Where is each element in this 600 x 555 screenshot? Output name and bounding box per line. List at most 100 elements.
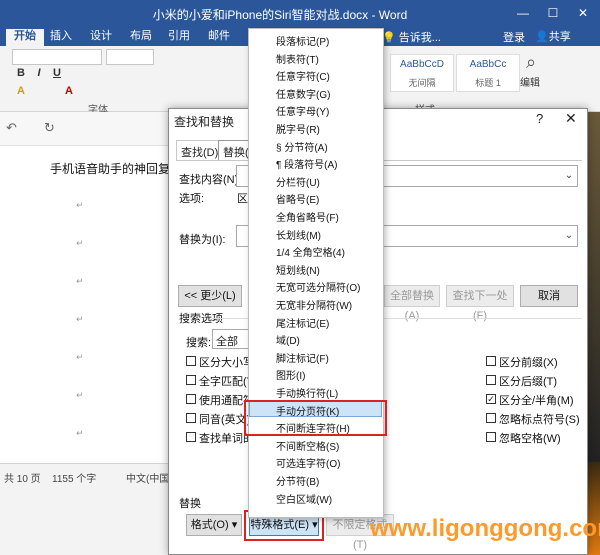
format-button[interactable]: 格式(O) ▾	[186, 514, 242, 536]
tell-me-label: 告诉我...	[398, 32, 441, 44]
search-label: 搜索:	[186, 337, 212, 349]
paragraph-mark: ↵	[76, 428, 84, 438]
match-width-checkbox[interactable]: ✓	[486, 394, 496, 404]
close-window-button[interactable]: ✕	[572, 3, 594, 23]
menu-item[interactable]: 分栏符(U)	[276, 174, 320, 189]
tab-insert[interactable]: 插入	[42, 29, 80, 46]
less-button[interactable]: << 更少(L)	[178, 285, 242, 307]
menu-item[interactable]: 段落标记(P)	[276, 33, 329, 48]
tell-me-box[interactable]: 💡 告诉我...	[382, 29, 441, 45]
ignore-punct-checkbox[interactable]	[486, 413, 496, 423]
checkbox-label: 忽略空格(W)	[499, 433, 561, 445]
style-preview: AaBbCc	[469, 59, 507, 70]
style-name: 标题 1	[475, 78, 501, 88]
menu-item[interactable]: 脱字号(R)	[276, 121, 320, 136]
menu-item[interactable]: 空白区域(W)	[276, 491, 332, 506]
menu-item[interactable]: 任意字符(C)	[276, 68, 330, 83]
menu-item[interactable]: 短划线(N)	[276, 262, 320, 277]
minimize-button[interactable]: —	[512, 3, 534, 23]
menu-item[interactable]: 任意字母(Y)	[276, 103, 329, 118]
tab-layout[interactable]: 布局	[122, 29, 160, 46]
tab-find[interactable]: 查找(D)	[176, 140, 224, 160]
cancel-button[interactable]: 取消	[520, 285, 578, 307]
ignore-space-checkbox[interactable]	[486, 432, 496, 442]
style-name: 无间隔	[408, 78, 436, 88]
find-next-button[interactable]: 查找下一处(F)	[446, 285, 514, 322]
menu-item[interactable]: 长划线(M)	[276, 227, 321, 242]
chevron-down-icon[interactable]: ⌄	[560, 166, 578, 186]
login-link[interactable]: 登录	[503, 29, 525, 45]
tab-references[interactable]: 引用	[160, 29, 198, 46]
whole-word-checkbox[interactable]	[186, 375, 196, 385]
menu-item[interactable]: 手动换行符(L)	[276, 385, 338, 400]
dialog-close-button[interactable]: ✕	[565, 110, 577, 127]
tab-mailings[interactable]: 邮件	[200, 29, 238, 46]
redo-icon[interactable]: ↻	[44, 120, 55, 136]
menu-item[interactable]: 1/4 全角空格(4)	[276, 244, 345, 259]
paragraph-mark: ↵	[76, 276, 84, 286]
language-status: 中文(中国	[126, 474, 170, 485]
red-callout-page-break	[244, 400, 387, 436]
edit-search-icon[interactable]: ⌕	[526, 52, 536, 73]
replace-all-button[interactable]: 全部替换(A)	[384, 285, 440, 322]
tab-home[interactable]: 开始	[6, 29, 44, 46]
menu-item[interactable]: 任意数字(G)	[276, 86, 330, 101]
share-label: 共享	[548, 31, 571, 43]
match-prefix-checkbox[interactable]	[486, 356, 496, 366]
menu-item[interactable]: 制表符(T)	[276, 51, 319, 66]
menu-item[interactable]: 省略号(E)	[276, 191, 319, 206]
checkbox-label: 区分后缀(T)	[499, 376, 558, 388]
style-heading-1[interactable]: AaBbCc 标题 1	[456, 54, 520, 92]
sounds-like-checkbox[interactable]	[186, 413, 196, 423]
style-preview: AaBbCcD	[400, 59, 444, 70]
underline-button[interactable]: U	[50, 66, 64, 80]
menu-item[interactable]: 域(D)	[276, 332, 300, 347]
menu-item[interactable]: 图形(I)	[276, 367, 305, 382]
options-label: 选项:	[179, 193, 205, 205]
menu-item[interactable]: 全角省略号(F)	[276, 209, 339, 224]
maximize-button[interactable]: ☐	[542, 3, 564, 23]
word-count: 1155 个字	[52, 474, 97, 485]
paragraph-mark: ↵	[76, 238, 84, 248]
chevron-down-icon[interactable]: ⌄	[560, 226, 578, 246]
replace-heading: 替换	[179, 498, 201, 510]
menu-item[interactable]: 不间断空格(S)	[276, 438, 339, 453]
share-button[interactable]: 👤共享	[535, 28, 571, 44]
bold-button[interactable]: B	[14, 66, 28, 80]
menu-item[interactable]: 脚注标记(F)	[276, 350, 329, 365]
menu-item[interactable]: 无宽可选分隔符(O)	[276, 279, 360, 294]
dialog-title: 查找和替换	[174, 115, 235, 129]
menu-item[interactable]: 无宽非分隔符(W)	[276, 297, 352, 312]
find-label: 查找内容(N):	[179, 174, 242, 186]
wildcards-checkbox[interactable]	[186, 394, 196, 404]
search-direction-select[interactable]: 全部	[212, 329, 250, 349]
quick-access-bar	[0, 112, 170, 146]
replace-label: 替换为(I):	[179, 234, 226, 246]
menu-item[interactable]: ¶ 段落符号(A)	[276, 156, 337, 171]
paragraph-mark: ↵	[76, 314, 84, 324]
style-no-spacing[interactable]: AaBbCcD 无间隔	[390, 54, 454, 92]
document-text[interactable]: 手机语音助手的神回复，	[50, 160, 182, 177]
watermark: www.ligonggong.com	[370, 515, 600, 542]
tab-design[interactable]: 设计	[82, 29, 120, 46]
highlight-color-button[interactable]: A	[14, 84, 28, 98]
help-button[interactable]: ?	[536, 111, 543, 126]
font-name-box[interactable]	[12, 49, 102, 65]
undo-icon[interactable]: ↶	[6, 120, 17, 136]
italic-button[interactable]: I	[32, 66, 46, 80]
document-area[interactable]	[0, 146, 170, 462]
font-size-box[interactable]	[106, 49, 154, 65]
menu-item[interactable]: § 分节符(A)	[276, 139, 328, 154]
menu-item[interactable]: 分节符(B)	[276, 473, 319, 488]
word-forms-checkbox[interactable]	[186, 432, 196, 442]
checkbox-label: 区分全/半角(M)	[499, 395, 574, 407]
edit-label[interactable]: 编辑	[520, 74, 540, 89]
match-suffix-checkbox[interactable]	[486, 375, 496, 385]
paragraph-mark: ↵	[76, 390, 84, 400]
menu-item[interactable]: 尾注标记(E)	[276, 315, 329, 330]
page-count: 共 10 页	[4, 474, 41, 485]
font-color-button[interactable]: A	[62, 84, 76, 98]
match-case-checkbox[interactable]	[186, 356, 196, 366]
menu-item[interactable]: 可选连字符(O)	[276, 455, 340, 470]
window-title: 小米的小爱和iPhone的Siri智能对战.docx - Word	[152, 8, 408, 22]
